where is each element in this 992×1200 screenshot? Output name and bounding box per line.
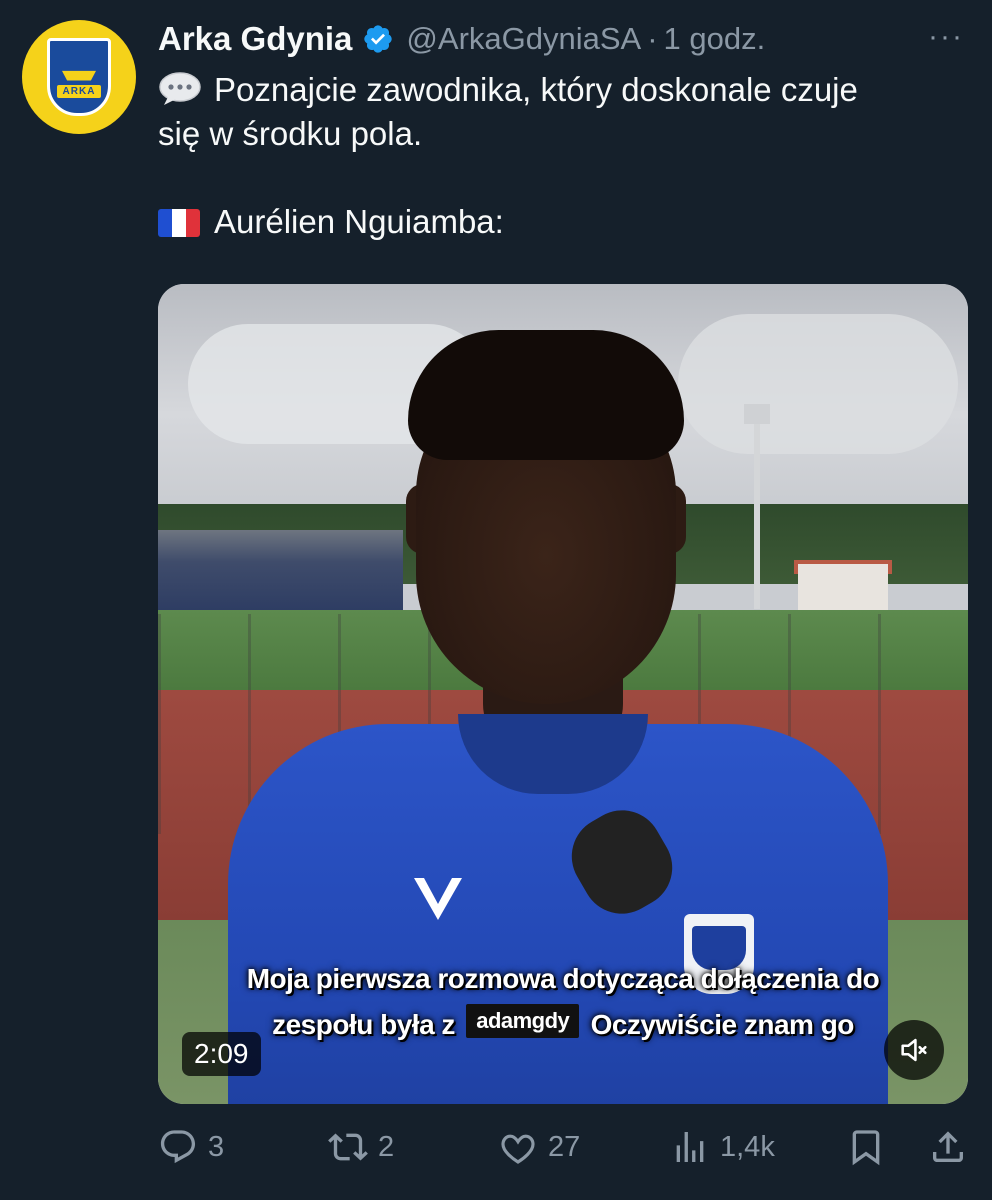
mute-button[interactable]: [884, 1020, 944, 1080]
more-options-icon[interactable]: ···: [928, 20, 964, 54]
tweet-text-line1: Poznajcie zawodnika, który doskonale czu…: [214, 71, 858, 108]
ship-icon: [62, 70, 96, 81]
bookmark-icon: [852, 1130, 880, 1166]
views-button[interactable]: 1,4k: [670, 1122, 775, 1172]
macron-logo-icon: [414, 878, 462, 920]
reply-icon: [160, 1130, 196, 1164]
video-duration: 2:09: [182, 1032, 261, 1076]
analytics-icon: [676, 1132, 704, 1162]
author-name[interactable]: Arka Gdynia: [158, 20, 352, 58]
bookmark-button[interactable]: [846, 1122, 886, 1172]
reply-count: 3: [208, 1130, 225, 1163]
arka-crest-icon: ARKA: [47, 38, 111, 116]
verified-badge-icon[interactable]: [362, 23, 394, 55]
avatar-crest-label: ARKA: [56, 84, 102, 98]
like-count: 27: [548, 1130, 581, 1163]
tweet-text-line3: Aurélien Nguiamba:: [214, 203, 504, 240]
subtitle-line-2-end: Oczywiście znam go: [590, 1009, 855, 1040]
tweet-header: Arka Gdynia @ArkaGdyniaSA · 1 godz. ···: [158, 14, 972, 64]
tweet[interactable]: ARKA Arka Gdynia @ArkaGdyniaSA · 1 godz.…: [0, 0, 992, 1200]
retweet-icon: [328, 1133, 368, 1161]
tweet-actions: 3 2 27 1,4k: [158, 1122, 968, 1172]
speech-bubble-icon: [159, 72, 201, 105]
timestamp[interactable]: 1 godz.: [664, 21, 766, 57]
like-button[interactable]: 27: [498, 1122, 580, 1172]
subtitle-line-2-start: zespołu była z: [272, 1009, 455, 1040]
retweet-button[interactable]: 2: [328, 1122, 394, 1172]
subtitle-line-1: Moja pierwsza rozmowa dotycząca dołączen…: [246, 963, 880, 994]
separator-dot: ·: [647, 21, 658, 56]
tweet-text: Poznajcie zawodnika, który doskonale czu…: [158, 68, 978, 244]
reply-button[interactable]: 3: [158, 1122, 224, 1172]
share-button[interactable]: [928, 1122, 968, 1172]
heart-icon: [501, 1134, 535, 1164]
video-player[interactable]: Moja pierwsza rozmowa dotycząca dołączen…: [158, 284, 968, 1104]
share-icon: [933, 1131, 963, 1162]
views-count: 1,4k: [720, 1130, 775, 1163]
retweet-count: 2: [378, 1130, 395, 1163]
author-handle[interactable]: @ArkaGdyniaSA: [406, 21, 641, 57]
video-subtitles: Moja pierwsza rozmowa dotycząca dołączen…: [158, 956, 968, 1048]
france-flag-icon: [158, 209, 200, 237]
speaker-muted-icon: [901, 1038, 927, 1062]
user-tag[interactable]: adamgdy: [466, 1004, 580, 1038]
avatar[interactable]: ARKA: [22, 20, 136, 134]
tweet-text-line2: się w środku pola.: [158, 115, 423, 152]
